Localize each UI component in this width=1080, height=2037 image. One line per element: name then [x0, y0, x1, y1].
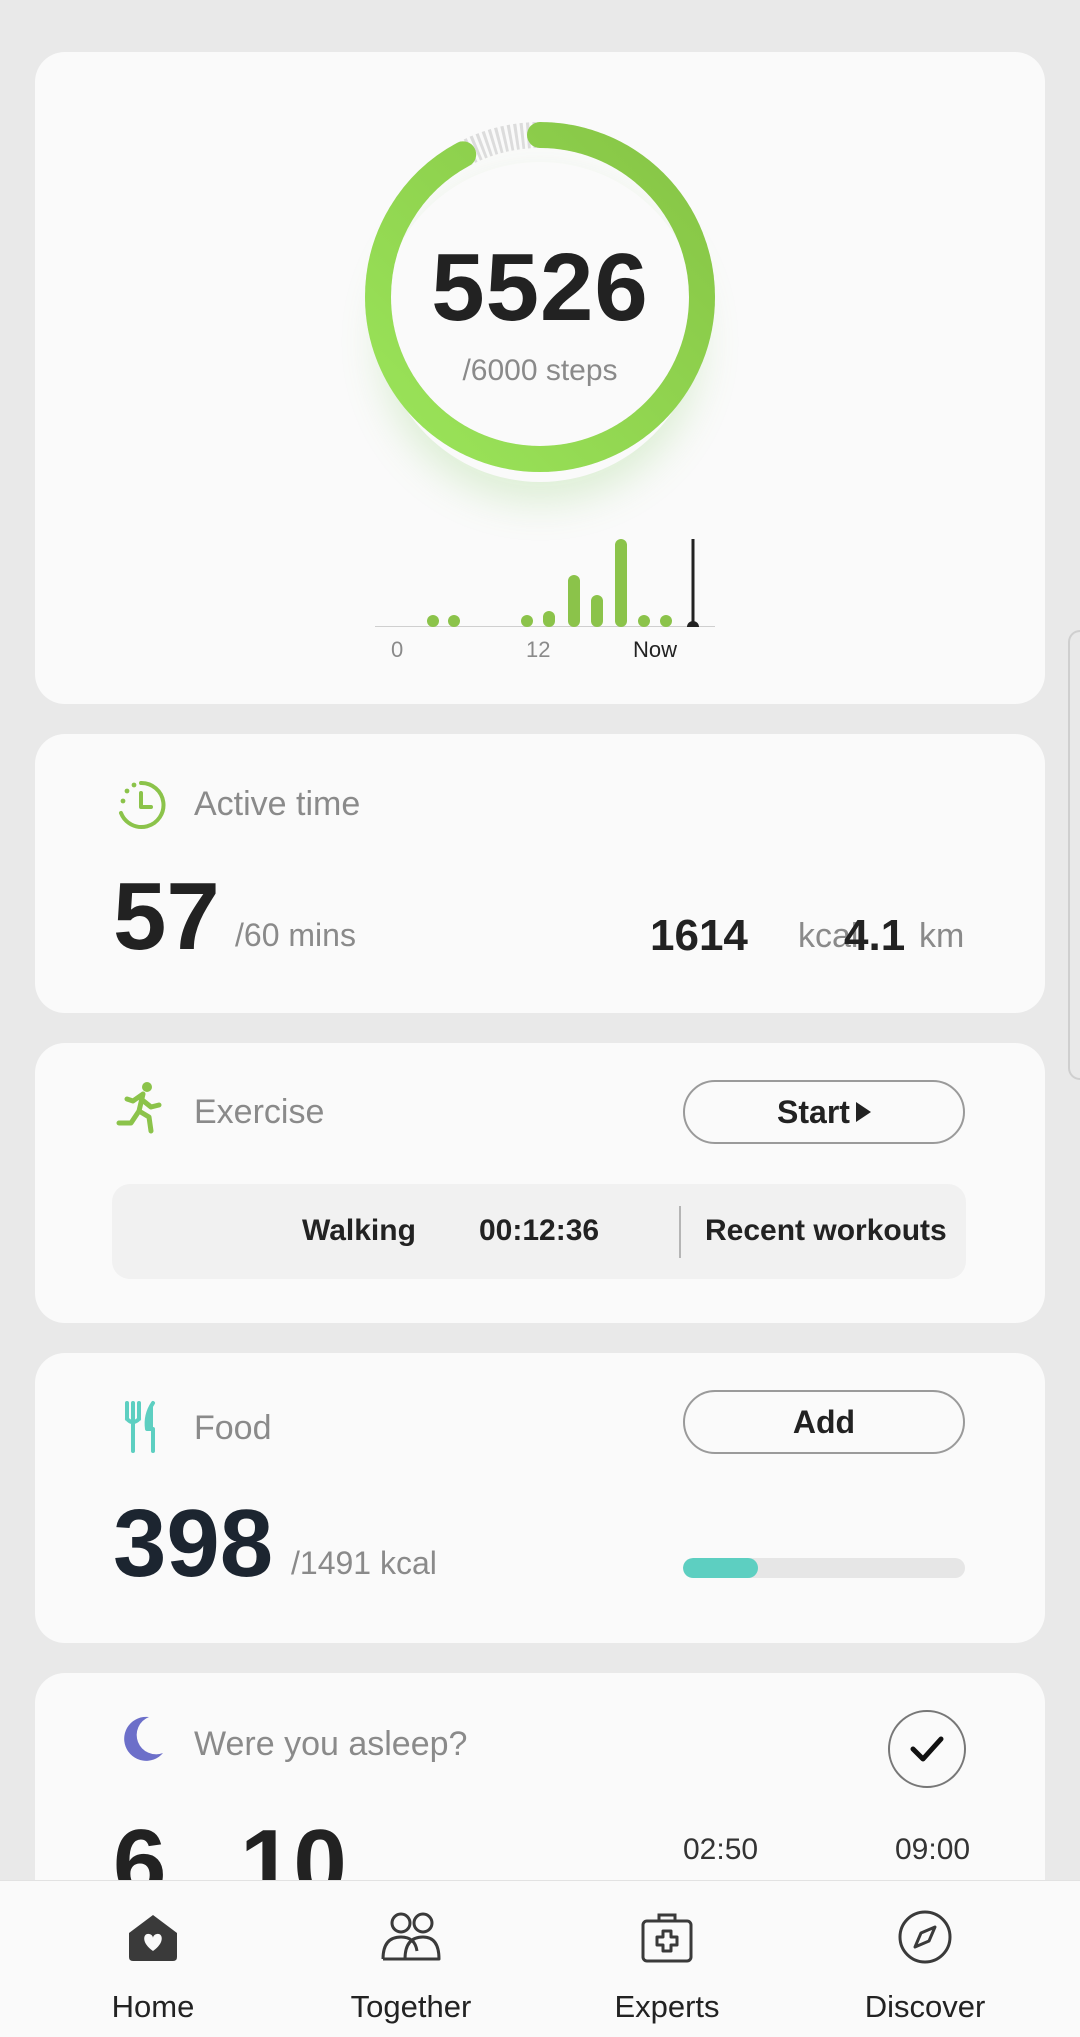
sleep-start-time: 02:50: [683, 1833, 759, 1866]
food-progress-fill: [683, 1558, 759, 1578]
tick-label-now: Now: [633, 637, 678, 662]
running-icon: [116, 1082, 162, 1134]
food-title: Food: [194, 1409, 272, 1447]
nav-experts[interactable]: Experts: [567, 1881, 767, 2037]
sleep-title: Were you asleep?: [194, 1725, 468, 1763]
active-time-value: 57: [113, 863, 220, 970]
first-aid-icon: [641, 1913, 693, 1963]
last-activity-duration: 00:12:36: [479, 1214, 600, 1247]
nav-together[interactable]: Together: [311, 1881, 511, 2037]
exercise-title: Exercise: [194, 1093, 325, 1131]
fork-knife-icon: [125, 1401, 155, 1453]
steps-card[interactable]: 5526 /6000 steps 0 12 Now: [35, 52, 1045, 704]
add-label: Add: [792, 1403, 856, 1440]
steps-count: 5526: [431, 234, 649, 341]
tick-label-0: 0: [391, 637, 404, 662]
distance-unit: km: [919, 917, 965, 955]
active-time-card[interactable]: Active time 57 /60 mins 1614 kcal 4.1 km: [35, 734, 1045, 1013]
moon-icon: [124, 1716, 163, 1761]
food-calories-value: 398: [113, 1490, 274, 1597]
home-icon: [129, 1915, 177, 1961]
nav-discover-label: Discover: [864, 1989, 986, 2024]
food-calories-goal: /1491 kcal: [291, 1545, 437, 1581]
nav-discover[interactable]: Discover: [825, 1881, 1025, 2037]
last-activity-name[interactable]: Walking: [302, 1214, 416, 1248]
steps-goal: /6000 steps: [462, 354, 618, 387]
food-card[interactable]: Food Add 398 /1491 kcal: [35, 1353, 1045, 1643]
calories-value: 1614: [650, 911, 748, 960]
bottom-navigation: Home Together Experts Discover: [0, 1880, 1080, 2037]
together-icon: [381, 1912, 441, 1961]
confirm-sleep-button[interactable]: [888, 1710, 966, 1788]
tick-label-12: 12: [526, 637, 551, 662]
active-timer-icon: [119, 780, 166, 829]
exercise-card[interactable]: Exercise Start Walking 00:12:36 Recent w…: [35, 1043, 1045, 1323]
steps-ring: 5526 /6000 steps: [365, 122, 715, 472]
distance-value: 4.1: [844, 911, 906, 960]
start-exercise-button[interactable]: Start: [683, 1080, 965, 1144]
active-time-title: Active time: [194, 785, 361, 823]
check-icon: [910, 1736, 944, 1762]
exercise-summary-row: Walking 00:12:36 Recent workouts: [112, 1184, 966, 1279]
active-time-goal: /60 mins: [235, 917, 356, 953]
edge-panel-handle[interactable]: [1068, 630, 1080, 1080]
row-divider: [679, 1206, 681, 1258]
add-food-button[interactable]: Add: [683, 1390, 965, 1454]
recent-workouts-link[interactable]: Recent workouts: [705, 1214, 947, 1248]
food-progress-bar: [683, 1558, 965, 1578]
start-label: Start: [777, 1093, 850, 1130]
play-icon: [855, 1102, 871, 1122]
nav-experts-label: Experts: [614, 1989, 720, 2024]
nav-home[interactable]: Home: [53, 1881, 253, 2037]
sleep-end-time: 09:00: [895, 1833, 971, 1866]
nav-together-label: Together: [350, 1989, 472, 2024]
hourly-steps-chart: [375, 539, 715, 627]
nav-home-label: Home: [111, 1989, 195, 2024]
compass-icon: [898, 1910, 952, 1964]
